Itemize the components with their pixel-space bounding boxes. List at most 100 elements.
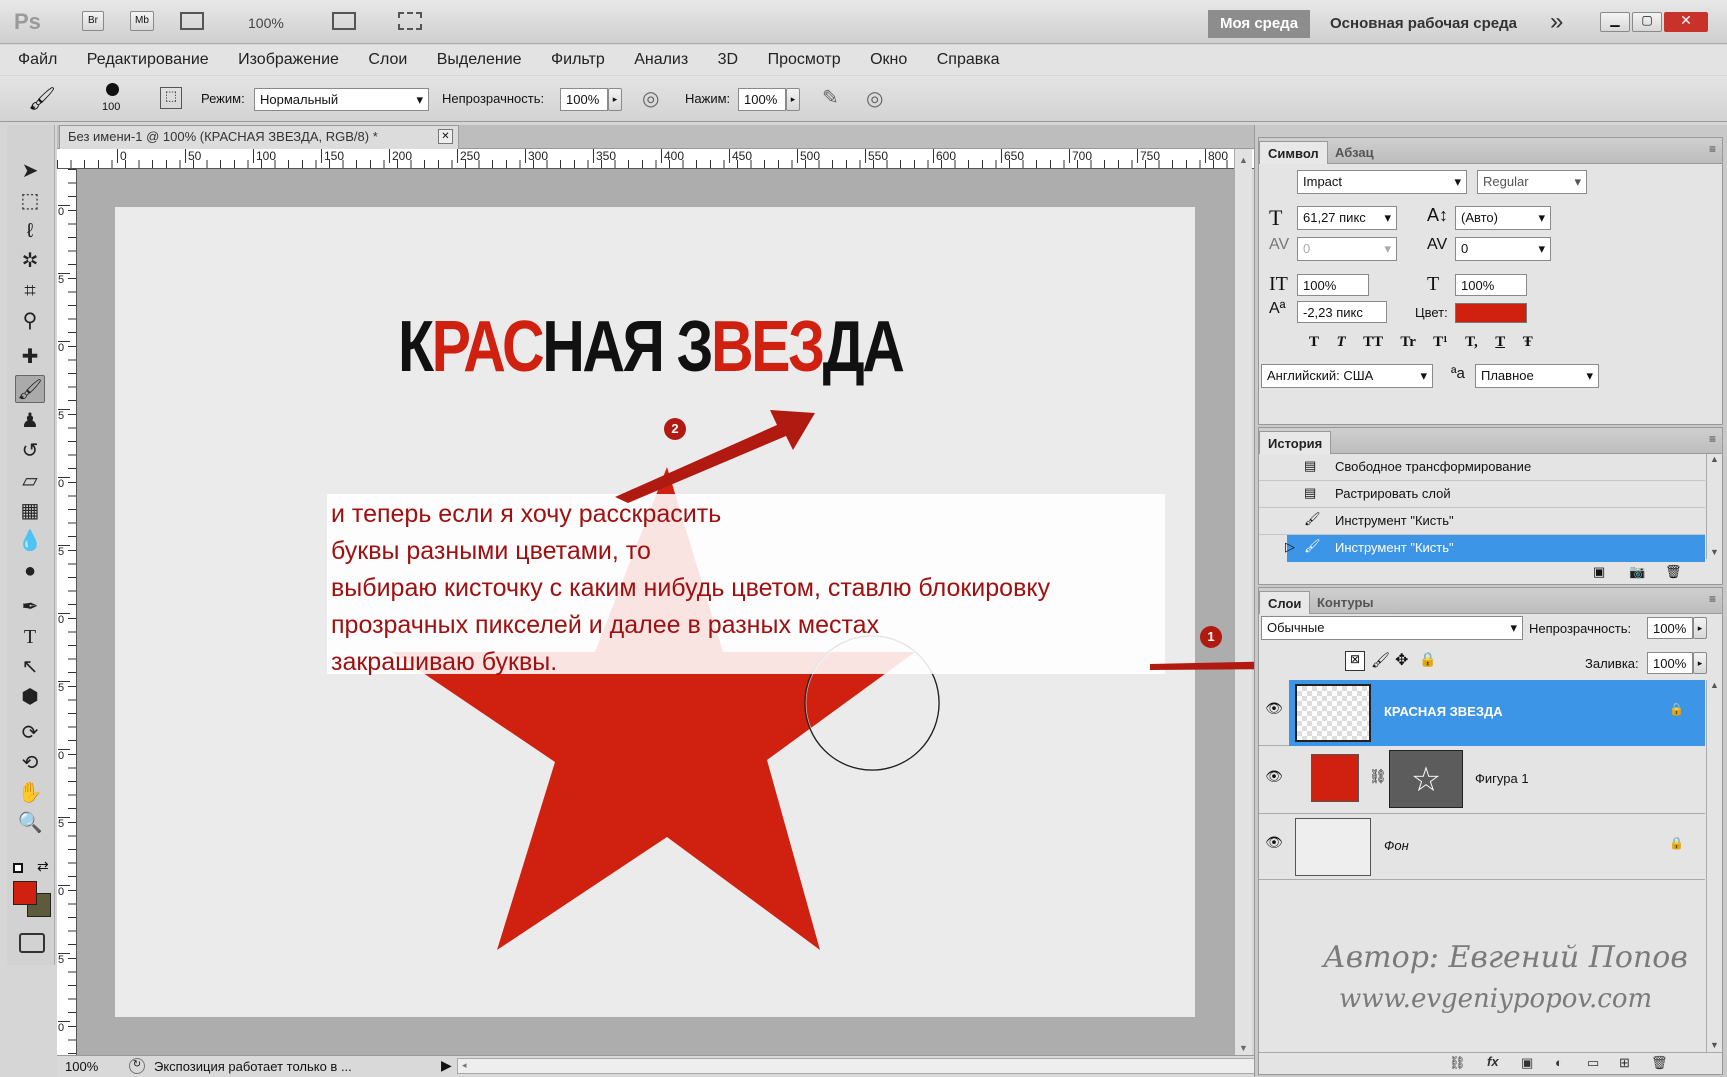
status-info-icon[interactable]: ↻ xyxy=(129,1058,145,1074)
panel-menu-icon[interactable]: ≡ xyxy=(1709,432,1716,446)
layer-visibility-eye-icon[interactable]: 👁 xyxy=(1263,768,1285,785)
font-style-select[interactable]: Regular xyxy=(1477,170,1587,194)
document-tab[interactable]: Без имени-1 @ 100% (КРАСНАЯ ЗВЕЗДА, RGB/… xyxy=(59,125,459,149)
panel-menu-icon[interactable]: ≡ xyxy=(1709,142,1716,156)
all-caps-button[interactable]: TT xyxy=(1363,334,1383,350)
kerning-input[interactable]: 0 xyxy=(1297,237,1397,261)
menu-edit[interactable]: Редактирование xyxy=(87,51,209,68)
menu-layers[interactable]: Слои xyxy=(368,51,407,68)
bridge-button[interactable]: Br xyxy=(82,11,104,31)
workspace-other-button[interactable]: Основная рабочая среда xyxy=(1330,15,1517,32)
magic-wand-tool-icon[interactable]: ✲ xyxy=(15,247,45,275)
strikethrough-button[interactable]: Ŧ xyxy=(1523,334,1533,350)
link-icon[interactable]: ⛓ xyxy=(1369,768,1387,785)
layers-scrollbar[interactable]: ▲ ▼ xyxy=(1706,680,1722,1052)
brush-tool-icon[interactable]: 🖌 xyxy=(15,375,45,403)
workspace-active-button[interactable]: Моя среда xyxy=(1208,10,1310,38)
superscript-button[interactable]: T¹ xyxy=(1433,334,1448,350)
layer-opacity-stepper[interactable]: ▸ xyxy=(1693,617,1707,639)
eyedropper-tool-icon[interactable]: ⚲ xyxy=(15,307,45,335)
leading-input[interactable]: (Авто) xyxy=(1455,206,1551,230)
tab-paragraph[interactable]: Абзац xyxy=(1327,141,1382,164)
opacity-stepper[interactable]: ▸ xyxy=(608,88,622,111)
layer-row-selected[interactable]: 👁 КРАСНАЯ ЗВЕЗДА 🔒 xyxy=(1259,680,1705,746)
gradient-tool-icon[interactable]: ▦ xyxy=(15,497,45,525)
document-close-icon[interactable]: ✕ xyxy=(438,129,453,144)
new-layer-icon[interactable]: ⊞ xyxy=(1619,1055,1630,1071)
menu-3d[interactable]: 3D xyxy=(718,51,738,68)
clone-stamp-tool-icon[interactable]: ♟ xyxy=(15,407,45,435)
flow-input[interactable]: 100% xyxy=(738,88,786,111)
history-brush-tool-icon[interactable]: ↺ xyxy=(15,437,45,465)
layer-row[interactable]: 👁 Фон 🔒 xyxy=(1259,814,1705,880)
new-document-from-state-icon[interactable]: ▣ xyxy=(1593,564,1605,580)
default-colors-icon[interactable] xyxy=(13,863,23,873)
lock-position-icon[interactable]: ✥ xyxy=(1395,650,1408,670)
baseline-shift-input[interactable]: -2,23 пикс xyxy=(1297,301,1387,323)
healing-brush-tool-icon[interactable]: ✚ xyxy=(15,343,45,371)
vertical-scale-input[interactable]: 100% xyxy=(1297,274,1369,296)
layer-visibility-eye-icon[interactable]: 👁 xyxy=(1263,700,1285,717)
dodge-tool-icon[interactable]: ● xyxy=(15,557,45,585)
underline-button[interactable]: T xyxy=(1495,334,1505,350)
tracking-input[interactable]: 0 xyxy=(1455,237,1551,261)
eraser-tool-icon[interactable]: ▱ xyxy=(15,467,45,495)
menu-help[interactable]: Справка xyxy=(937,51,1000,68)
menu-file[interactable]: Файл xyxy=(18,51,57,68)
marquee-tool-icon[interactable]: ⬚ xyxy=(15,187,45,215)
panel-menu-icon[interactable]: ≡ xyxy=(1709,592,1716,606)
tab-symbol[interactable]: Символ xyxy=(1259,141,1328,164)
minimize-button[interactable]: ▁ xyxy=(1600,12,1630,32)
blend-mode-select[interactable]: Обычные xyxy=(1261,616,1523,640)
font-family-select[interactable]: Impact xyxy=(1297,170,1467,194)
subscript-button[interactable]: T, xyxy=(1465,334,1478,350)
lock-image-pixels-icon[interactable]: 🖌 xyxy=(1371,651,1390,669)
small-caps-button[interactable]: Tr xyxy=(1400,334,1415,350)
status-zoom[interactable]: 100% xyxy=(65,1059,98,1074)
3d-rotate-tool-icon[interactable]: ⟳ xyxy=(15,719,45,747)
horizontal-scrollbar[interactable]: ◂▸ xyxy=(457,1058,1277,1074)
blur-tool-icon[interactable]: 💧 xyxy=(15,527,45,555)
hand-tool-icon[interactable]: ✋ xyxy=(15,779,45,807)
lock-transparent-pixels-icon[interactable]: ⊠ xyxy=(1345,651,1365,671)
more-workspaces-button[interactable]: » xyxy=(1550,8,1563,36)
shape-tool-icon[interactable]: ⬢ xyxy=(15,683,45,711)
new-snapshot-icon[interactable]: 📷 xyxy=(1629,564,1645,580)
lasso-tool-icon[interactable]: ℓ xyxy=(15,217,45,245)
menu-image[interactable]: Изображение xyxy=(238,51,339,68)
menu-analysis[interactable]: Анализ xyxy=(634,51,688,68)
move-tool-icon[interactable]: ➤ xyxy=(15,157,45,185)
layer-opacity-input[interactable]: 100% xyxy=(1647,617,1693,639)
layer-name[interactable]: Фон xyxy=(1384,838,1409,853)
view-extras-icon[interactable] xyxy=(180,12,204,30)
lock-all-icon[interactable]: 🔒 xyxy=(1419,651,1436,668)
menu-filter[interactable]: Фильтр xyxy=(551,51,605,68)
text-color-swatch[interactable] xyxy=(1455,303,1527,323)
layer-name[interactable]: Фигура 1 xyxy=(1475,771,1529,786)
tablet-size-icon[interactable]: ◎ xyxy=(866,86,883,111)
status-menu-arrow-icon[interactable]: ▶ xyxy=(441,1057,452,1074)
horizontal-scale-input[interactable]: 100% xyxy=(1455,274,1527,296)
antialias-select[interactable]: Плавное xyxy=(1475,364,1599,388)
type-tool-icon[interactable]: T xyxy=(15,623,45,651)
layer-fill-stepper[interactable]: ▸ xyxy=(1693,652,1707,674)
layer-fill-input[interactable]: 100% xyxy=(1647,652,1693,674)
tab-layers[interactable]: Слои xyxy=(1259,591,1311,614)
menu-view[interactable]: Просмотр xyxy=(768,51,841,68)
layer-visibility-eye-icon[interactable]: 👁 xyxy=(1263,834,1285,851)
opacity-input[interactable]: 100% xyxy=(560,88,608,111)
swap-colors-icon[interactable]: ⇄ xyxy=(37,858,49,875)
crop-tool-icon[interactable]: ⌗ xyxy=(15,277,45,305)
add-mask-icon[interactable]: ▣ xyxy=(1521,1055,1533,1071)
faux-italic-button[interactable]: T xyxy=(1336,334,1345,350)
close-window-button[interactable]: ✕ xyxy=(1664,12,1708,32)
brush-size-value[interactable]: 100 xyxy=(102,101,120,113)
pen-tool-icon[interactable]: ✒ xyxy=(15,593,45,621)
brush-tool-preset-icon[interactable]: 🖌 xyxy=(28,86,56,112)
mode-select[interactable]: Нормальный xyxy=(254,88,429,111)
flow-stepper[interactable]: ▸ xyxy=(786,88,800,111)
delete-layer-icon[interactable]: 🗑 xyxy=(1651,1055,1668,1071)
brush-panel-toggle-icon[interactable]: ⬚ xyxy=(160,87,182,109)
arrange-docs-icon[interactable] xyxy=(332,12,356,30)
history-item[interactable]: 🖌 Инструмент "Кисть" xyxy=(1259,508,1705,535)
